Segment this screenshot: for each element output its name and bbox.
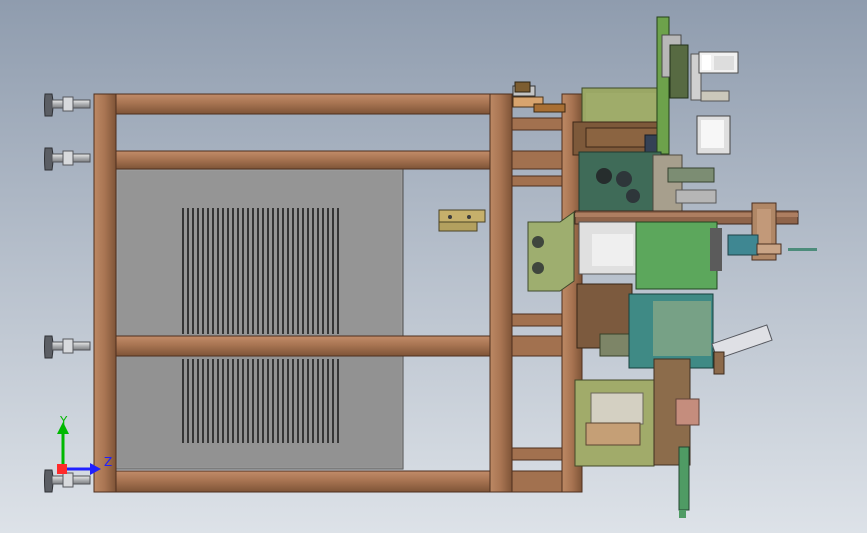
axis-y-label: Y	[59, 414, 68, 428]
leveling-foot-2	[44, 147, 91, 171]
axis-z-label: Z	[104, 455, 112, 469]
frame-left-post	[93, 93, 117, 493]
leveling-foot-4	[44, 469, 91, 493]
frame-bottom-rail	[115, 470, 491, 493]
frame-upper-rail	[115, 150, 491, 170]
leveling-foot-3	[44, 335, 91, 359]
frame-middle-post	[489, 93, 513, 493]
frame-mid-rail	[115, 335, 491, 357]
cad-model-svg[interactable]: Y Z	[0, 0, 867, 533]
main-green-module	[635, 221, 718, 290]
frame-top-rail	[115, 93, 491, 115]
main-frame	[93, 93, 583, 493]
green-mounting-plate	[527, 211, 575, 292]
cad-viewport[interactable]: Y Z	[0, 0, 867, 533]
leveling-foot-1	[44, 93, 91, 117]
